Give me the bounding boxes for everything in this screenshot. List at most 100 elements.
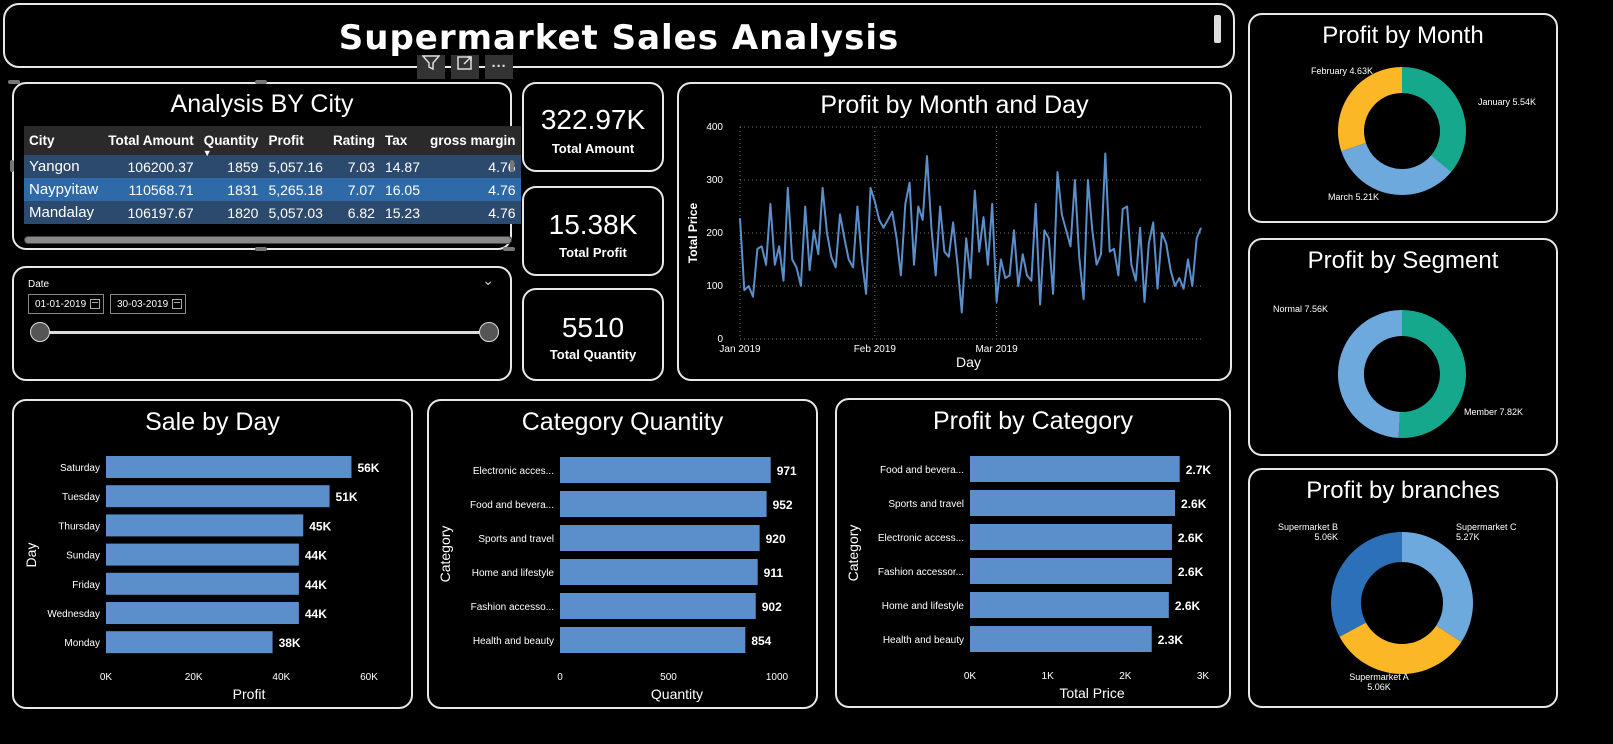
cell-profit: 5,265.18 [263, 178, 328, 201]
start-date-input[interactable]: 01-01-2019 [28, 294, 104, 314]
end-date-input[interactable]: 30-03-2019 [110, 294, 186, 314]
horizontal-scrollbar[interactable] [24, 236, 512, 244]
kpi-label: Total Quantity [549, 347, 637, 362]
bar[interactable] [560, 559, 758, 585]
column-header-profit[interactable]: Profit [263, 126, 328, 155]
vertical-scrollbar[interactable] [1214, 15, 1221, 43]
x-tick-label: 0K [100, 672, 113, 683]
x-tick-label: 0K [964, 671, 977, 682]
calendar-icon[interactable] [90, 299, 100, 309]
data-label: 902 [762, 600, 782, 614]
profit-by-branches-chart[interactable]: Supermarket C5.27KSupermarket A5.06KSupe… [1248, 468, 1558, 708]
chevron-down-icon[interactable]: ⌄ [482, 272, 494, 289]
category-quantity-chart[interactable]: Electronic acces... 971 Food and bevera...… [427, 399, 818, 709]
bar[interactable] [970, 558, 1172, 584]
data-label: 2.6K [1178, 565, 1204, 579]
y-tick-label: 200 [706, 228, 723, 239]
bar[interactable] [106, 602, 299, 624]
donut-slice[interactable] [1337, 310, 1402, 438]
category-label: Health and beauty [883, 635, 964, 646]
bar[interactable] [970, 490, 1176, 516]
donut-slice[interactable] [1402, 67, 1467, 172]
column-header-total-amount[interactable]: Total Amount [103, 126, 199, 155]
table-row[interactable]: Mandalay 106197.67 1820 5,057.03 6.82 15… [24, 201, 521, 224]
cell-tax: 16.05 [379, 178, 425, 201]
bar[interactable] [560, 525, 760, 551]
column-header-rating[interactable]: Rating [327, 126, 380, 155]
x-tick-label: Feb 2019 [854, 344, 897, 355]
profit-by-month-chart[interactable]: January 5.54K March 5.21K February 4.63K [1248, 13, 1558, 223]
cell-profit: 5,057.16 [263, 155, 328, 178]
donut-slice[interactable] [1337, 67, 1402, 152]
slice-label: Supermarket B [1278, 522, 1338, 532]
cell-tax: 14.87 [379, 155, 425, 178]
bar[interactable] [560, 593, 756, 619]
header-panel: Supermarket Sales Analysis [3, 3, 1235, 68]
date-range-track[interactable] [40, 331, 490, 334]
resize-handle[interactable] [10, 160, 14, 172]
bar[interactable] [106, 631, 273, 654]
scrollbar-thumb[interactable] [25, 237, 511, 243]
slice-label: Member 7.82K [1464, 407, 1523, 417]
bar[interactable] [560, 457, 771, 483]
filter-icon[interactable] [417, 55, 445, 79]
resize-handle[interactable] [510, 160, 514, 172]
table-row[interactable]: Yangon 106200.37 1859 5,057.16 7.03 14.8… [24, 155, 521, 178]
bar[interactable] [106, 456, 352, 478]
profit-by-category-chart[interactable]: Food and bevera... 2.7K Sports and travel 2… [835, 398, 1231, 708]
calendar-icon[interactable] [172, 299, 182, 309]
more-options-button[interactable]: ··· [485, 55, 513, 79]
resize-handle[interactable] [255, 247, 267, 251]
category-label: Food and bevera... [880, 465, 964, 476]
slice-label: Supermarket A [1349, 672, 1409, 682]
category-label: Sunday [66, 551, 100, 562]
bar[interactable] [970, 626, 1152, 652]
cell-profit: 5,057.03 [263, 201, 328, 224]
data-label: 911 [764, 566, 784, 580]
resize-handle[interactable] [503, 247, 515, 251]
slice-label: 5.27K [1456, 532, 1480, 542]
category-label: Home and lifestyle [882, 601, 965, 612]
column-header-tax[interactable]: Tax [379, 126, 425, 155]
donut-slice[interactable] [1339, 622, 1462, 675]
column-header-city[interactable]: City [24, 126, 104, 155]
data-label: 38K [279, 636, 301, 650]
profit-by-month-and-day-chart[interactable]: 0100200300400Jan 2019 Feb 2019 Mar 2019Day… [677, 82, 1232, 381]
city-table-panel: Analysis BY City City Total Amount Quant… [12, 82, 521, 250]
bar[interactable] [106, 485, 330, 508]
bar[interactable] [970, 456, 1180, 482]
category-label: Saturday [60, 463, 100, 474]
bar[interactable] [560, 491, 767, 517]
bar[interactable] [970, 592, 1169, 618]
city-table: City Total Amount Quantity ▼ Profit Rati… [24, 126, 521, 224]
x-tick-label: 0 [557, 672, 563, 683]
category-label: Wednesday [47, 609, 100, 620]
bar[interactable] [106, 514, 304, 537]
resize-handle[interactable] [255, 80, 267, 84]
date-range-start-handle[interactable] [30, 322, 50, 342]
page-title: Supermarket Sales Analysis [338, 18, 900, 58]
data-label: 44K [305, 607, 327, 621]
cell-total-amount: 106197.67 [103, 201, 199, 224]
start-date-value: 01-01-2019 [35, 299, 87, 310]
date-slicer-panel: Date ⌄ [12, 266, 512, 381]
cell-rating: 7.07 [327, 178, 380, 201]
sale-by-day-chart[interactable]: Saturday 56K Tuesday 51K Thursday 45K Sunday 44… [12, 399, 413, 709]
donut-slice[interactable] [1330, 532, 1402, 637]
table-row[interactable]: Naypyitaw 110568.71 1831 5,265.18 7.07 1… [24, 178, 521, 201]
donut-slice[interactable] [1402, 532, 1473, 642]
profit-by-segment-chart[interactable]: Member 7.82K Normal 7.56K [1248, 238, 1558, 456]
resize-handle[interactable] [8, 80, 20, 84]
kpi-card-total-amount: 322.97K Total Amount [522, 82, 664, 172]
column-header-quantity[interactable]: Quantity ▼ [198, 126, 264, 158]
focus-mode-icon[interactable] [451, 55, 479, 79]
column-header-gross-margin[interactable]: gross margin [425, 126, 521, 155]
series-line[interactable] [739, 152, 1202, 314]
date-range-end-handle[interactable] [479, 322, 499, 342]
bar[interactable] [106, 543, 299, 566]
bar[interactable] [970, 524, 1172, 550]
category-label: Electronic acces... [473, 466, 554, 477]
donut-slice[interactable] [1398, 310, 1466, 438]
bar[interactable] [560, 627, 746, 653]
bar[interactable] [106, 572, 299, 595]
